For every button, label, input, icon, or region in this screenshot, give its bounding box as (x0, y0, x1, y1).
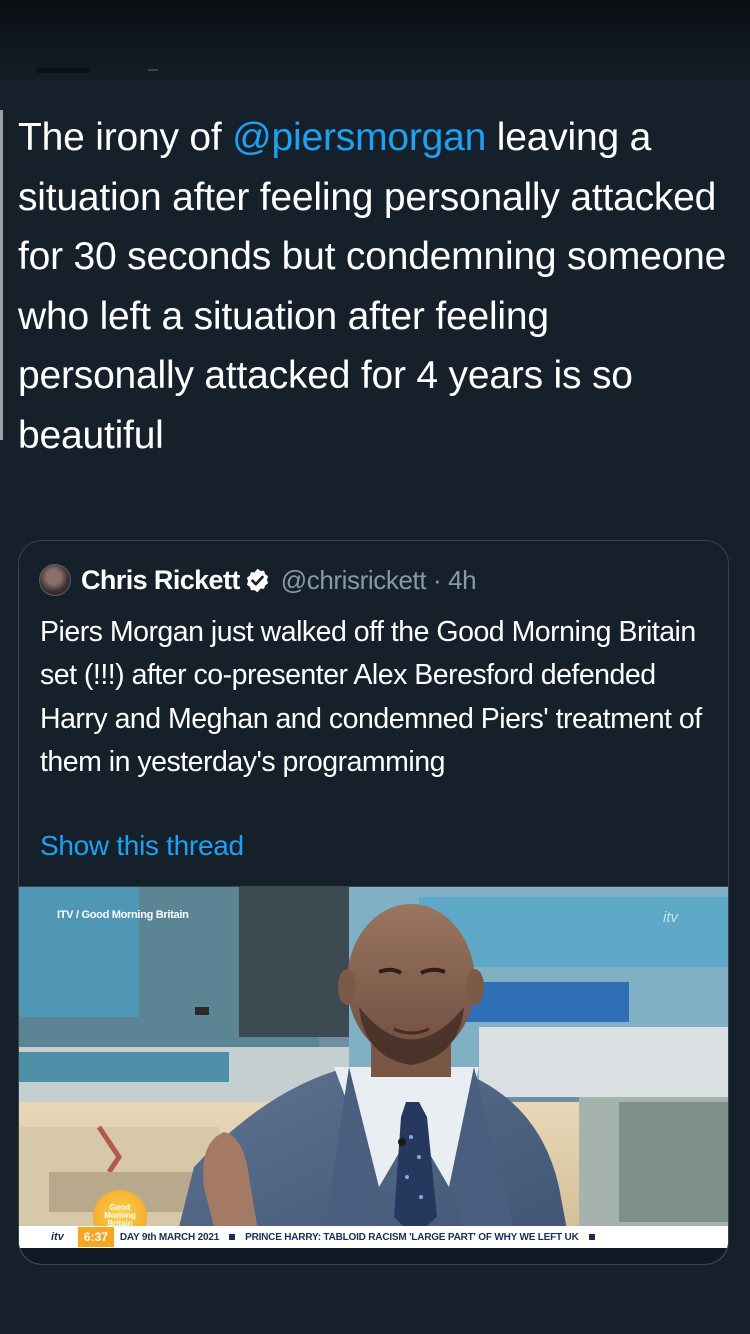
author-handle[interactable]: @chrisrickett · 4h (280, 564, 477, 596)
author-name[interactable]: Chris Rickett (81, 565, 240, 596)
tweet-text-start: The irony of (18, 116, 233, 159)
separator-dot: · (433, 564, 442, 595)
ticker-channel: itv (51, 1231, 64, 1243)
top-fade (0, 0, 750, 80)
edge-line (0, 110, 3, 440)
video-thumbnail[interactable]: ITV / Good Morning Britain itv Good Morn… (19, 886, 728, 1264)
ticker-time: 6:37 (77, 1227, 114, 1247)
avatar[interactable] (39, 564, 71, 596)
media-bottom-bar (19, 1248, 728, 1264)
mention-link[interactable]: @piersmorgan (232, 116, 486, 159)
tweet-text: The irony of @piersmorgan leaving a situ… (18, 108, 734, 465)
ticker-separator-icon (229, 1234, 236, 1240)
screenshot: The irony of @piersmorgan leaving a situ… (0, 0, 750, 1334)
ticker-separator-icon (588, 1234, 595, 1240)
quoted-tweet-card[interactable]: Chris Rickett @chrisrickett · 4h Piers M… (18, 540, 729, 1265)
verified-badge-icon (246, 568, 268, 592)
news-ticker: itv 6:37 DAY 9th MARCH 2021 PRINCE HARRY… (19, 1226, 728, 1248)
top-artifact-dash (148, 69, 158, 71)
top-artifact (36, 68, 90, 73)
quoted-tweet-text: Piers Morgan just walked off the Good Mo… (40, 616, 702, 778)
video-caption: ITV / Good Morning Britain (57, 909, 189, 921)
ticker-date: DAY 9th MARCH 2021 (119, 1231, 220, 1243)
show-thread-link[interactable]: Show this thread (40, 830, 244, 862)
ticker-headline: PRINCE HARRY: TABLOID RACISM 'LARGE PART… (245, 1231, 579, 1243)
tweet-text-rest: leaving a situation after feeling person… (18, 116, 727, 457)
quoted-tweet-header: Chris Rickett @chrisrickett · 4h (39, 563, 477, 597)
timestamp[interactable]: 4h (448, 565, 477, 595)
channel-logo: itv (663, 909, 678, 926)
handle-text: @chrisrickett (280, 564, 427, 595)
